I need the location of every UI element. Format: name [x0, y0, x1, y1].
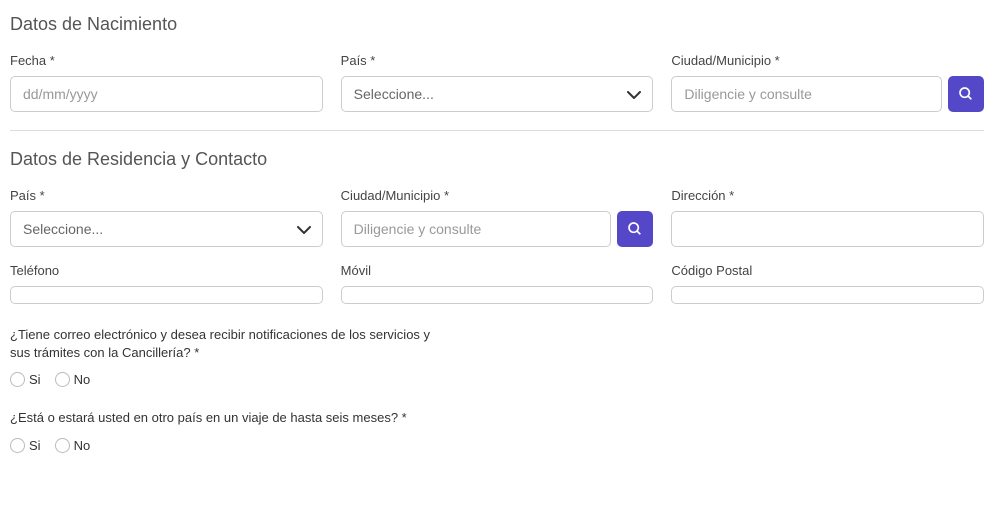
radio-yes-text: Si — [29, 372, 41, 387]
birth-date-group: Fecha * — [10, 53, 323, 112]
birth-country-select[interactable]: Seleccione... — [341, 76, 654, 112]
birth-country-label: País * — [341, 53, 654, 68]
residence-city-search-button[interactable] — [617, 211, 653, 247]
radio-no-text: No — [74, 438, 91, 453]
travel-radio-row: Si No — [10, 438, 984, 453]
birth-form-row: Fecha * País * Seleccione... Ciudad/Muni… — [10, 53, 984, 112]
residence-city-input[interactable] — [341, 211, 612, 247]
residence-country-group: País * Seleccione... — [10, 188, 323, 247]
residence-phone-input[interactable] — [10, 286, 323, 304]
email-radio-no[interactable]: No — [55, 372, 91, 387]
birth-city-group: Ciudad/Municipio * — [671, 53, 984, 112]
email-radio-yes[interactable]: Si — [10, 372, 41, 387]
residence-postal-label: Código Postal — [671, 263, 984, 278]
email-question-label: ¿Tiene correo electrónico y desea recibi… — [10, 326, 440, 362]
birth-city-search-button[interactable] — [948, 76, 984, 112]
birth-date-label: Fecha * — [10, 53, 323, 68]
residence-city-label: Ciudad/Municipio * — [341, 188, 654, 203]
residence-mobile-group: Móvil — [341, 263, 654, 304]
section-divider — [10, 130, 984, 131]
travel-question-label: ¿Está o estará usted en otro país en un … — [10, 409, 984, 427]
residence-phone-label: Teléfono — [10, 263, 323, 278]
radio-yes-text: Si — [29, 438, 41, 453]
residence-mobile-input[interactable] — [341, 286, 654, 304]
birth-city-input[interactable] — [671, 76, 942, 112]
travel-question-group: ¿Está o estará usted en otro país en un … — [10, 409, 984, 452]
residence-country-select[interactable]: Seleccione... — [10, 211, 323, 247]
search-icon — [958, 86, 974, 102]
travel-radio-yes[interactable]: Si — [10, 438, 41, 453]
residence-section-title: Datos de Residencia y Contacto — [10, 149, 984, 170]
residence-address-group: Dirección * — [671, 188, 984, 247]
residence-row-2: Teléfono Móvil Código Postal — [10, 263, 984, 304]
birth-country-group: País * Seleccione... — [341, 53, 654, 112]
residence-postal-input[interactable] — [671, 286, 984, 304]
residence-phone-group: Teléfono — [10, 263, 323, 304]
birth-date-input[interactable] — [10, 76, 323, 112]
residence-row-1: País * Seleccione... Ciudad/Municipio * … — [10, 188, 984, 247]
residence-postal-group: Código Postal — [671, 263, 984, 304]
radio-icon — [10, 372, 25, 387]
radio-icon — [55, 372, 70, 387]
residence-city-group: Ciudad/Municipio * — [341, 188, 654, 247]
radio-icon — [10, 438, 25, 453]
residence-address-label: Dirección * — [671, 188, 984, 203]
birth-city-label: Ciudad/Municipio * — [671, 53, 984, 68]
radio-icon — [55, 438, 70, 453]
residence-country-label: País * — [10, 188, 323, 203]
birth-section-title: Datos de Nacimiento — [10, 14, 984, 35]
email-question-group: ¿Tiene correo electrónico y desea recibi… — [10, 326, 984, 387]
residence-mobile-label: Móvil — [341, 263, 654, 278]
email-radio-row: Si No — [10, 372, 984, 387]
radio-no-text: No — [74, 372, 91, 387]
residence-address-input[interactable] — [671, 211, 984, 247]
travel-radio-no[interactable]: No — [55, 438, 91, 453]
search-icon — [627, 221, 643, 237]
